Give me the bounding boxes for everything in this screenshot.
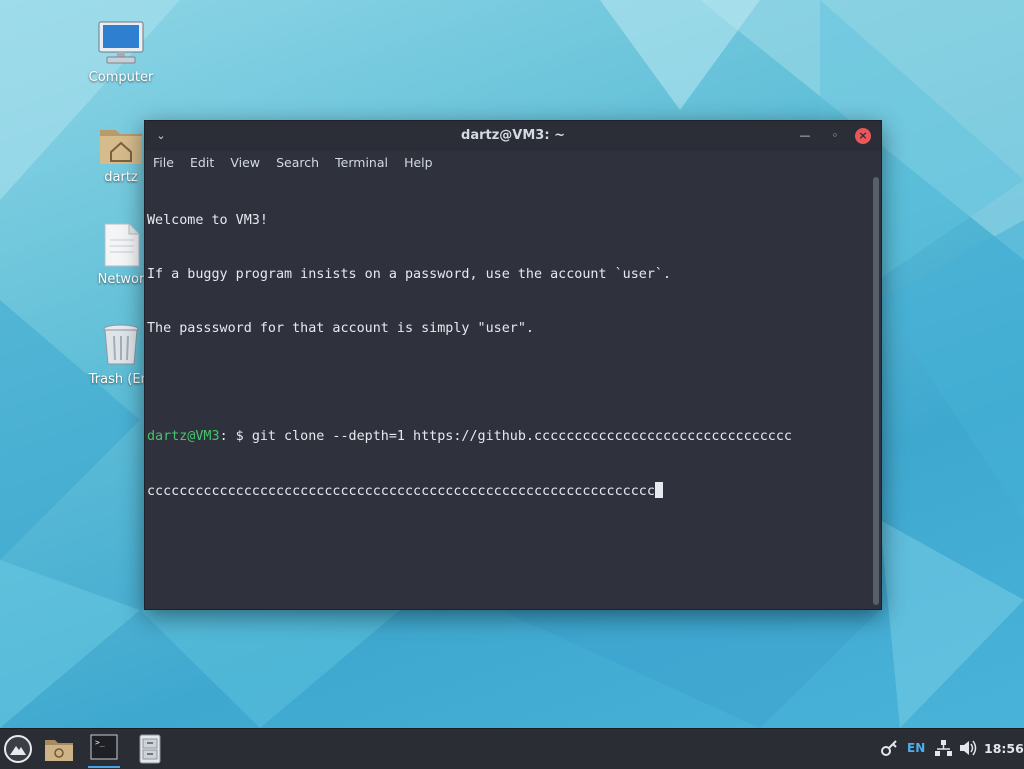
desktop: Computer dartz Networ Trash (Em ⌄ dartz@… [0,0,1024,728]
terminal-line: If a buggy program insists on a password… [147,267,672,282]
terminal-command-continuation: cccccccccccccccccccccccccccccccccccccccc… [147,482,871,500]
launcher-icon [4,735,32,763]
computer-icon [98,21,144,64]
taskbar-file-cabinet-button[interactable] [134,733,166,765]
prompt-suffix: : $ [219,429,252,444]
svg-text:>_: >_ [95,738,105,747]
text-cursor [654,482,663,498]
keyboard-layout-indicator[interactable]: EN [907,741,925,755]
scrollbar-thumb[interactable] [873,177,879,605]
terminal-prompt-line: dartz@VM3: $ git clone --depth=1 https:/… [147,428,871,446]
terminal-window[interactable]: ⌄ dartz@VM3: ~ — ◦ × File Edit View Sear… [144,120,882,610]
terminal-scrollbar[interactable] [873,177,879,605]
desktop-icon-computer[interactable]: Computer [76,20,166,85]
taskbar: >_ EN 18:56 [0,728,1024,769]
volume-icon[interactable] [958,739,978,761]
menu-view[interactable]: View [226,151,267,172]
terminal-line: The passsword for that account is simply… [147,321,534,336]
window-title: dartz@VM3: ~ [461,128,565,143]
menu-terminal[interactable]: Terminal [331,151,395,172]
home-folder-icon [100,130,142,164]
file-cabinet-icon [139,734,161,764]
clock[interactable]: 18:56 [984,741,1024,756]
taskbar-file-manager-button[interactable] [43,733,75,765]
minimize-button[interactable]: — [797,128,813,144]
trash-icon [103,324,139,365]
menu-search[interactable]: Search [272,151,326,172]
taskbar-terminal-button[interactable]: >_ [88,732,120,768]
terminal-titlebar[interactable]: ⌄ dartz@VM3: ~ — ◦ × [145,121,881,151]
menu-edit[interactable]: Edit [186,151,221,172]
menu-file[interactable]: File [149,151,181,172]
desktop-icon-label: Networ [97,272,145,287]
terminal-line: Welcome to VM3! [147,213,268,228]
maximize-button[interactable]: ◦ [827,128,843,144]
menu-help[interactable]: Help [400,151,440,172]
keyring-icon[interactable] [880,739,898,761]
file-manager-icon [45,740,73,761]
terminal-menubar: File Edit View Search Terminal Help [145,151,881,173]
desktop-icon-label: dartz [104,170,138,185]
desktop-icon-label: Computer [88,70,154,85]
app-launcher-button[interactable] [2,733,34,765]
terminal-output[interactable]: Welcome to VM3! If a buggy program insis… [145,173,871,609]
network-icon[interactable] [934,739,952,761]
command-text: git clone --depth=1 https://github.ccccc… [251,429,792,444]
terminal-icon: >_ [90,734,118,760]
command-text-continued: cccccccccccccccccccccccccccccccccccccccc… [147,484,655,499]
network-file-icon [104,223,140,267]
close-button[interactable]: × [855,128,871,144]
prompt-user-host: dartz@VM3 [147,429,220,444]
